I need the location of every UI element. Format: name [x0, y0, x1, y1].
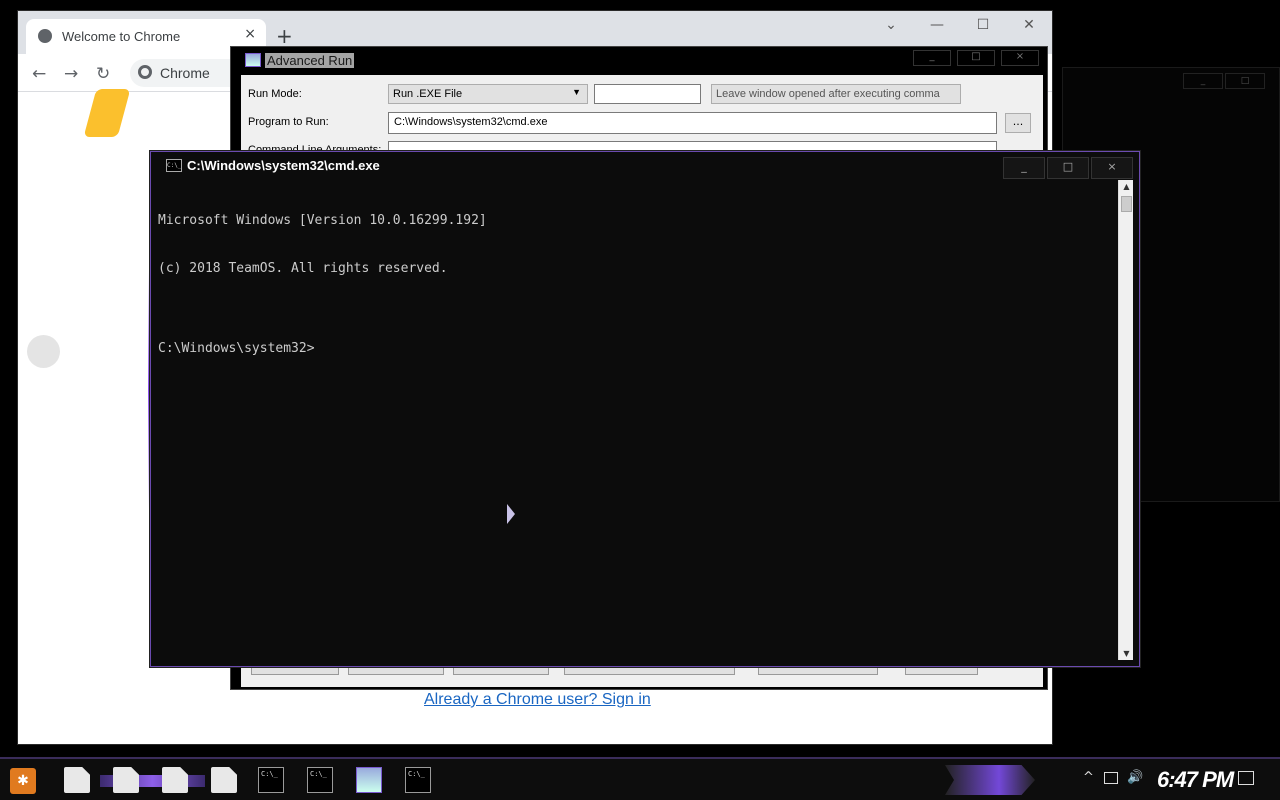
file-icon[interactable]: [113, 767, 139, 793]
file-icon[interactable]: [211, 767, 237, 793]
console-line: (c) 2018 TeamOS. All rights reserved.: [158, 261, 448, 276]
signin-link[interactable]: Already a Chrome user? Sign in: [424, 691, 651, 709]
network-icon[interactable]: [1104, 772, 1118, 784]
vertical-scrollbar[interactable]: ▲ ▼: [1118, 180, 1133, 660]
notification-icon[interactable]: [1238, 771, 1254, 785]
cmd-maximize-button[interactable]: □: [1047, 157, 1089, 179]
chrome-icon: [138, 65, 152, 79]
cmd-minimize-button[interactable]: _: [1003, 157, 1045, 179]
run-mode-extra-field[interactable]: [594, 84, 701, 104]
start-button[interactable]: ✱: [10, 768, 36, 794]
console-line: Microsoft Windows [Version 10.0.16299.19…: [158, 213, 487, 228]
scroll-up-icon[interactable]: ▲: [1119, 182, 1134, 191]
chevron-up-icon[interactable]: ^: [1083, 770, 1094, 785]
tab-close-icon[interactable]: ×: [244, 26, 256, 42]
cmd-taskbar-icon[interactable]: C:\_: [405, 767, 431, 793]
taskbar-clock[interactable]: 6:47 PM: [1157, 767, 1234, 793]
browse-button[interactable]: ...: [1005, 113, 1031, 133]
cmd-window: C:\_ C:\Windows\system32\cmd.exe _ □ × M…: [150, 151, 1140, 667]
adv-minimize-button[interactable]: _: [913, 50, 951, 66]
globe-icon: [38, 29, 52, 43]
cmd-taskbar-icon[interactable]: C:\_: [307, 767, 333, 793]
dropdown-arrow-icon: ▼: [572, 87, 581, 97]
forward-button[interactable]: →: [64, 64, 78, 84]
new-tab-button[interactable]: +: [276, 24, 293, 48]
run-mode-label: Run Mode:: [248, 88, 302, 100]
program-to-run-label: Program to Run:: [248, 116, 329, 128]
adv-maximize-button[interactable]: □: [957, 50, 995, 66]
back-button[interactable]: ←: [32, 64, 46, 84]
address-text: Chrome: [160, 65, 210, 81]
taskbar-decoration: [945, 765, 1035, 795]
minimize-button[interactable]: —: [914, 17, 960, 33]
taskbar: ✱ C:\_ C:\_ C:\_ ^ 🔊 6:47 PM: [0, 757, 1280, 800]
cmd-title: C:\Windows\system32\cmd.exe: [187, 158, 380, 173]
scroll-thumb[interactable]: [1121, 196, 1132, 212]
decorative-circle: [27, 335, 60, 368]
maximize-button[interactable]: ☐: [960, 17, 1006, 33]
advanced-run-title: Advanced Run: [265, 53, 355, 68]
cmd-close-button[interactable]: ×: [1091, 157, 1133, 179]
mouse-cursor-icon: [507, 504, 515, 524]
cmd-icon: C:\_: [166, 159, 182, 172]
volume-icon[interactable]: 🔊: [1127, 770, 1143, 785]
cmd-titlebar[interactable]: C:\_ C:\Windows\system32\cmd.exe _ □ ×: [151, 152, 1139, 180]
file-icon[interactable]: [162, 767, 188, 793]
program-to-run-input[interactable]: C:\Windows\system32\cmd.exe: [388, 112, 997, 134]
run-mode-value: Run .EXE File: [393, 88, 463, 100]
file-icon[interactable]: [64, 767, 90, 793]
advanced-run-taskbar-icon[interactable]: [356, 767, 382, 793]
bg-minimize-button[interactable]: _: [1183, 73, 1223, 89]
advanced-run-icon: [245, 53, 261, 67]
cmd-taskbar-icon[interactable]: C:\_: [258, 767, 284, 793]
chevron-down-icon[interactable]: ⌄: [868, 17, 914, 33]
console-prompt: C:\Windows\system32>: [158, 341, 315, 356]
bg-maximize-button[interactable]: □: [1225, 73, 1265, 89]
adv-close-button[interactable]: ×: [1001, 50, 1039, 66]
reload-button[interactable]: ↻: [96, 64, 110, 84]
scroll-down-icon[interactable]: ▼: [1119, 649, 1134, 658]
run-mode-select[interactable]: Run .EXE File ▼: [388, 84, 588, 104]
leave-window-open-checkbox[interactable]: Leave window opened after executing comm…: [711, 84, 961, 104]
tab-title: Welcome to Chrome: [62, 29, 181, 44]
chrome-illustration: [83, 89, 131, 137]
close-button[interactable]: ✕: [1006, 17, 1052, 33]
console-output[interactable]: Microsoft Windows [Version 10.0.16299.19…: [158, 181, 487, 389]
